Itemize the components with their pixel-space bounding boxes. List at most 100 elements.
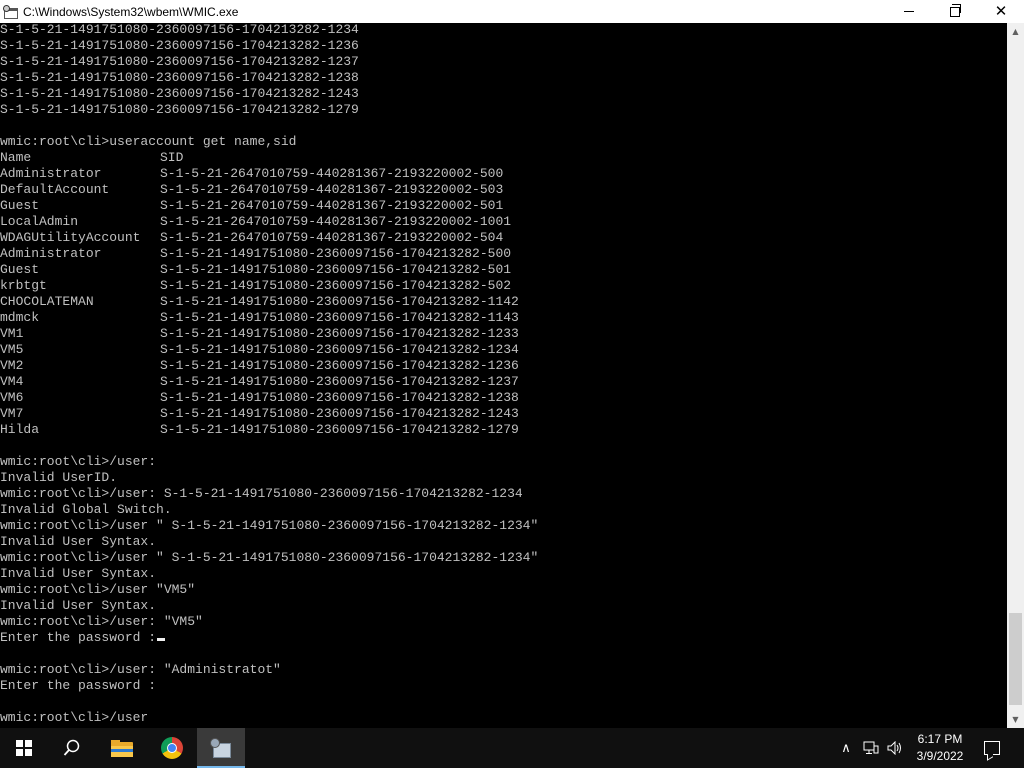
start-button[interactable] xyxy=(0,728,48,768)
volume-icon xyxy=(887,741,901,755)
window-title: C:\Windows\System32\wbem\WMIC.exe xyxy=(23,4,239,19)
console-line-sid: S-1-5-21-1491751080-2360097156-170421328… xyxy=(160,406,519,421)
text-cursor xyxy=(157,638,166,641)
scroll-up-button[interactable]: ▲ xyxy=(1007,23,1024,40)
console-line: Invalid UserID. xyxy=(0,470,117,486)
console-line-text: Name xyxy=(0,150,32,165)
console-line: Administrator S-1-5-21-1491751080-2360097… xyxy=(0,246,511,262)
console-line-text: VM1 xyxy=(0,326,24,341)
console-line: wmic:root\cli>/user: "Administratot" xyxy=(0,662,281,678)
volume-button[interactable] xyxy=(886,728,904,768)
minimize-button[interactable] xyxy=(886,0,932,23)
console-line-text: wmic:root\cli>/user " S-1-5-21-149175108… xyxy=(0,518,539,533)
folder-icon xyxy=(111,739,133,757)
console-line-sid: S-1-5-21-1491751080-2360097156-170421328… xyxy=(160,374,519,389)
console-line-sid: S-1-5-21-1491751080-2360097156-170421328… xyxy=(160,278,512,293)
console-line-sid: S-1-5-21-1491751080-2360097156-170421328… xyxy=(160,294,519,309)
console-line-text: S-1-5-21-1491751080-2360097156-170421328… xyxy=(0,38,359,53)
console-line-text: Administrator xyxy=(0,166,102,181)
console-line: S-1-5-21-1491751080-2360097156-170421328… xyxy=(0,70,359,86)
chrome-button[interactable] xyxy=(148,728,196,768)
console-line-sid: S-1-5-21-2647010759-440281367-2193220002… xyxy=(160,230,504,245)
console-line: VM2 S-1-5-21-1491751080-2360097156-170421… xyxy=(0,358,519,374)
console-line-text: WDAGUtilityAccount xyxy=(0,230,141,245)
console-line-text: VM6 xyxy=(0,390,24,405)
console-line-text: Invalid User Syntax. xyxy=(0,566,157,581)
console-line-sid: S-1-5-21-1491751080-2360097156-170421328… xyxy=(160,390,519,405)
console-line-text: DefaultAccount xyxy=(0,182,110,197)
console-line-sid: S-1-5-21-1491751080-2360097156-170421328… xyxy=(160,326,519,341)
console-line-sid: S-1-5-21-1491751080-2360097156-170421328… xyxy=(160,358,519,373)
console-line-text: Enter the password : xyxy=(0,630,157,645)
maximize-button[interactable] xyxy=(932,0,978,23)
console-line-sid: S-1-5-21-1491751080-2360097156-170421328… xyxy=(160,262,512,277)
console-line: VM5 S-1-5-21-1491751080-2360097156-170421… xyxy=(0,342,519,358)
show-hidden-icons-button[interactable]: ∧ xyxy=(838,728,854,768)
windows-logo-icon xyxy=(16,740,32,756)
console-line-text: krbtgt xyxy=(0,278,47,293)
scroll-thumb[interactable] xyxy=(1009,613,1022,705)
console-output[interactable]: S-1-5-21-1491751080-2360097156-170421328… xyxy=(0,23,1007,728)
console-line: Hilda S-1-5-21-1491751080-2360097156-1704… xyxy=(0,422,519,438)
console-line: wmic:root\cli>/user: S-1-5-21-1491751080… xyxy=(0,486,523,502)
console-line: DefaultAccount S-1-5-21-2647010759-440281… xyxy=(0,182,503,198)
search-icon xyxy=(63,739,80,756)
console-line: wmic:root\cli>/user " S-1-5-21-149175108… xyxy=(0,550,538,566)
network-icon xyxy=(863,741,879,754)
console-line-sid: S-1-5-21-1491751080-2360097156-170421328… xyxy=(160,246,512,261)
file-explorer-button[interactable] xyxy=(98,728,146,768)
console-line: wmic:root\cli>/user: xyxy=(0,454,156,470)
console-line-sid: S-1-5-21-1491751080-2360097156-170421328… xyxy=(160,422,519,437)
console-line-text: VM5 xyxy=(0,342,24,357)
console-line-text: wmic:root\cli>/user: "VM5" xyxy=(0,614,203,629)
console-line-text: Enter the password : xyxy=(0,678,157,693)
console-line-text: VM4 xyxy=(0,374,24,389)
console-line: Enter the password : xyxy=(0,630,166,646)
clock[interactable]: 6:17 PM 3/9/2022 xyxy=(912,731,968,765)
console-line-text: Guest xyxy=(0,198,40,213)
console-line: CHOCOLATEMAN S-1-5-21-1491751080-23600971… xyxy=(0,294,519,310)
console-line: Administrator S-1-5-21-2647010759-4402813… xyxy=(0,166,503,182)
title-bar[interactable]: C:\Windows\System32\wbem\WMIC.exe ✕ xyxy=(0,0,1024,23)
console-line-sid: S-1-5-21-1491751080-2360097156-170421328… xyxy=(160,342,519,357)
network-button[interactable] xyxy=(862,728,880,768)
console-line: krbtgt S-1-5-21-1491751080-2360097156-170… xyxy=(0,278,511,294)
console-line-text: S-1-5-21-1491751080-2360097156-170421328… xyxy=(0,23,359,37)
console-line-text: wmic:root\cli>useraccount get name,sid xyxy=(0,134,297,149)
console-line: S-1-5-21-1491751080-2360097156-170421328… xyxy=(0,23,359,38)
close-button[interactable]: ✕ xyxy=(978,0,1024,23)
chevron-up-icon: ∧ xyxy=(841,740,851,756)
wmic-app-icon xyxy=(3,4,19,19)
wmic-app-icon xyxy=(210,738,232,758)
action-center-button[interactable] xyxy=(980,728,1004,768)
console-line: wmic:root\cli>useraccount get name,sid xyxy=(0,134,296,150)
console-line-text: VM2 xyxy=(0,358,24,373)
console-line-text: mdmck xyxy=(0,310,40,325)
console-line: Enter the password : xyxy=(0,678,156,694)
console-line: VM6 S-1-5-21-1491751080-2360097156-170421… xyxy=(0,390,519,406)
console-line-text: wmic:root\cli>/user "VM5" xyxy=(0,582,196,597)
console-line: Invalid User Syntax. xyxy=(0,534,156,550)
console-line: Guest S-1-5-21-2647010759-440281367-21932… xyxy=(0,198,503,214)
scroll-down-icon: ▼ xyxy=(1012,715,1019,724)
console-line-text: Guest xyxy=(0,262,40,277)
vertical-scrollbar[interactable]: ▲ ▼ xyxy=(1007,23,1024,728)
wmic-taskbar-button[interactable] xyxy=(197,728,245,768)
console-line-text: S-1-5-21-1491751080-2360097156-170421328… xyxy=(0,86,359,101)
console-line: wmic:root\cli>/user " S-1-5-21-149175108… xyxy=(0,518,538,534)
console-line-sid: S-1-5-21-2647010759-440281367-2193220002… xyxy=(160,198,504,213)
scroll-down-button[interactable]: ▼ xyxy=(1007,711,1024,728)
console-line-sid: S-1-5-21-2647010759-440281367-2193220002… xyxy=(160,166,504,181)
clock-date: 3/9/2022 xyxy=(916,749,964,763)
console-line: mdmck S-1-5-21-1491751080-2360097156-1704… xyxy=(0,310,519,326)
console-line-text: LocalAdmin xyxy=(0,214,79,229)
search-button[interactable] xyxy=(48,728,96,768)
console-line-sid: S-1-5-21-2647010759-440281367-2193220002… xyxy=(160,214,512,229)
console-line-text: Invalid UserID. xyxy=(0,470,118,485)
console-line: Guest S-1-5-21-1491751080-2360097156-1704… xyxy=(0,262,511,278)
close-icon: ✕ xyxy=(994,2,1008,20)
console-line-text: CHOCOLATEMAN xyxy=(0,294,94,309)
console-line-text: Invalid User Syntax. xyxy=(0,534,157,549)
console-line: wmic:root\cli>/user: "VM5" xyxy=(0,614,203,630)
console-line: wmic:root\cli>/user xyxy=(0,710,148,726)
